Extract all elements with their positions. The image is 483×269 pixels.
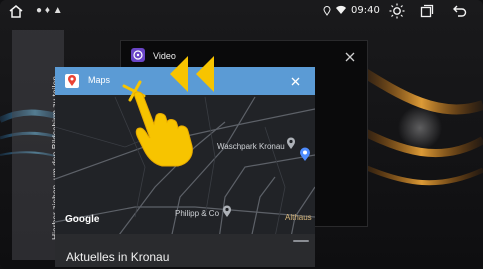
close-icon[interactable]	[291, 77, 300, 86]
map-pin-icon[interactable]	[299, 147, 311, 162]
drag-gesture-overlay	[122, 56, 214, 167]
brightness-icon[interactable]	[389, 3, 405, 19]
home-icon[interactable]	[8, 4, 24, 18]
map-poi-label: Philipp & Co	[175, 209, 220, 218]
map-pin-icon[interactable]	[286, 137, 296, 150]
notification-icons: ● ♦ ▲	[36, 5, 63, 16]
map-poi-label: Althaus	[285, 213, 312, 222]
arrow-left-icon	[196, 56, 214, 92]
screen: ● ♦ ▲ 09:40 Hierher ziehen, um den Bilds…	[0, 0, 483, 269]
maps-app-icon	[65, 74, 79, 88]
close-icon[interactable]	[345, 52, 355, 62]
hand-pointer-icon	[133, 91, 193, 167]
arrow-left-icon	[170, 56, 188, 92]
map-pin-icon[interactable]	[222, 205, 232, 218]
back-icon[interactable]	[452, 4, 468, 18]
clock: 09:40	[351, 5, 380, 16]
recents-icon[interactable]	[420, 4, 434, 18]
maps-card-title: Maps	[88, 75, 111, 85]
drag-handle[interactable]	[293, 240, 309, 242]
location-icon	[323, 6, 331, 16]
bottom-sheet-title: Aktuelles in Kronau	[66, 250, 170, 264]
status-bar: ● ♦ ▲ 09:40	[0, 0, 483, 22]
wifi-icon	[336, 5, 346, 15]
google-attribution: Google	[65, 214, 100, 225]
bottom-sheet[interactable]: Aktuelles in Kronau	[55, 234, 315, 267]
